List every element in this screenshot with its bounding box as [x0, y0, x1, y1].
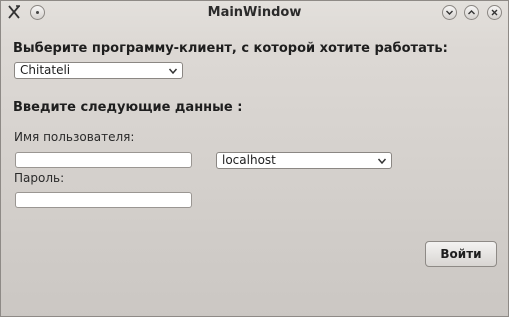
host-select[interactable]: localhost	[216, 152, 392, 169]
close-button[interactable]	[487, 5, 502, 20]
chevron-down-icon	[377, 158, 387, 165]
maximize-button[interactable]	[464, 5, 479, 20]
username-input[interactable]	[15, 152, 192, 168]
minimize-button[interactable]	[442, 5, 457, 20]
close-icon	[491, 9, 498, 16]
window-title: MainWindow	[207, 5, 302, 20]
title-bar[interactable]: MainWindow	[1, 1, 508, 25]
main-window: MainWindow Выберите программу-клиент, с …	[0, 0, 509, 317]
host-select-value: localhost	[222, 153, 276, 167]
client-select-value: Chitateli	[20, 63, 71, 77]
chevron-up-icon	[468, 10, 475, 15]
data-heading: Введите следующие данные :	[13, 100, 243, 115]
client-select[interactable]: Chitateli	[14, 62, 183, 79]
username-label: Имя пользователя:	[14, 130, 135, 144]
password-label: Пароль:	[14, 171, 65, 185]
login-button[interactable]: Войти	[425, 241, 497, 267]
chevron-down-icon	[446, 10, 453, 15]
password-input[interactable]	[15, 192, 192, 208]
client-prompt-label: Выберите программу-клиент, с которой хот…	[13, 41, 448, 56]
chevron-down-icon	[168, 68, 178, 75]
